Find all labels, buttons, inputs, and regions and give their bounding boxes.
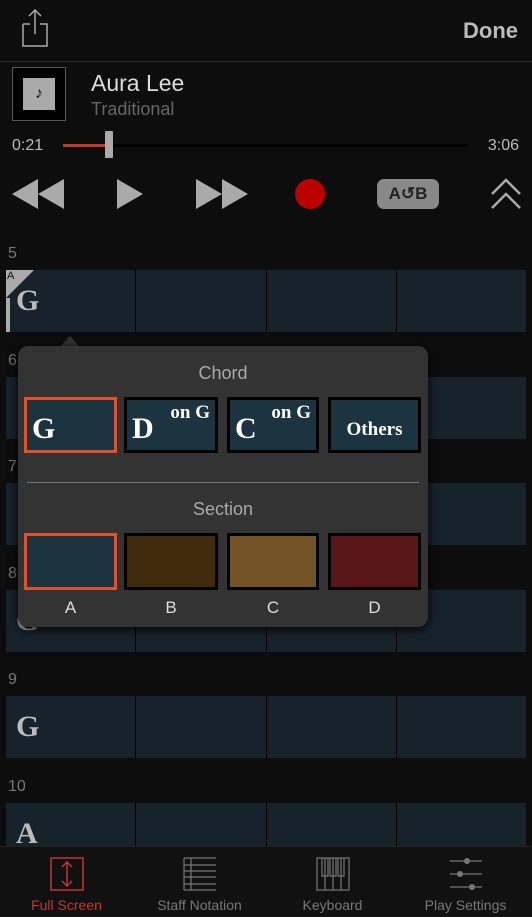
tab-play-settings[interactable]: Play Settings	[399, 847, 532, 917]
measure-number: 5	[8, 245, 17, 262]
chord-bass: on G	[170, 402, 210, 423]
tab-label: Keyboard	[302, 897, 363, 913]
section-label: C	[266, 598, 280, 617]
measure-row: A	[6, 802, 526, 850]
album-art: ♪	[12, 67, 66, 121]
section-swatch-c[interactable]	[227, 533, 319, 590]
chord-section-popover: Chord G Don G Con G Others Section A B C D	[18, 346, 428, 627]
fast-forward-icon[interactable]	[196, 179, 248, 209]
record-button[interactable]	[295, 179, 325, 209]
rewind-icon[interactable]	[12, 179, 64, 209]
chord-option-others[interactable]: Others	[328, 397, 421, 453]
total-time: 3:06	[487, 137, 519, 154]
section-swatch-b[interactable]	[124, 533, 218, 590]
measure-number: 8	[8, 564, 17, 582]
share-icon[interactable]	[20, 8, 50, 48]
chord-bass: on G	[271, 402, 311, 423]
chord-root: C	[235, 412, 257, 445]
chord-root: G	[32, 412, 56, 445]
staff-notation-icon	[182, 857, 216, 891]
song-artist: Traditional	[91, 99, 175, 119]
beat-cell[interactable]: G	[6, 696, 136, 758]
chord-root: D	[132, 412, 154, 445]
measure-number: 6	[8, 351, 17, 369]
sliders-icon	[449, 858, 482, 890]
beat-cell[interactable]	[136, 802, 266, 847]
beat-cell[interactable]	[266, 696, 396, 758]
others-label: Others	[346, 419, 403, 440]
chord-heading: Chord	[198, 363, 248, 383]
section-swatch-d[interactable]	[328, 533, 421, 590]
measure-row: G	[6, 696, 526, 758]
beat-cell[interactable]	[136, 696, 266, 758]
section-label: A	[64, 598, 77, 617]
section-label: D	[368, 598, 381, 617]
tab-label: Play Settings	[424, 897, 507, 913]
ab-repeat-button[interactable]: A↺B	[377, 179, 439, 209]
beat-cell[interactable]: A	[6, 802, 136, 850]
measure-number: 7	[8, 458, 17, 475]
current-time: 0:21	[12, 137, 44, 154]
measure-row: G	[6, 270, 526, 332]
beat-cell[interactable]	[396, 802, 526, 847]
beat-cell[interactable]	[266, 270, 396, 332]
done-button[interactable]: Done	[463, 18, 518, 44]
chord-option-g[interactable]: G	[24, 397, 117, 453]
top-bar: Done	[0, 0, 532, 62]
section-label: B	[165, 598, 177, 617]
tab-keyboard[interactable]: Keyboard	[266, 847, 399, 917]
tab-bar: Full Screen Staff Notation Keyboard Play…	[0, 846, 532, 917]
divider	[27, 482, 419, 483]
tab-label: Staff Notation	[157, 897, 242, 913]
seek-progress	[63, 144, 109, 147]
seek-slider[interactable]	[63, 144, 468, 147]
chord-option-d-on-g[interactable]: Don G	[124, 397, 218, 453]
tab-staff-notation[interactable]: Staff Notation	[133, 847, 266, 917]
chord-option-c-on-g[interactable]: Con G	[227, 397, 319, 453]
section-marker-label: A	[7, 270, 15, 282]
measure-number: 10	[8, 777, 26, 795]
play-icon[interactable]	[117, 179, 143, 209]
beat-cell[interactable]	[266, 802, 396, 847]
music-note-icon: ♪	[23, 78, 55, 110]
beat-cell[interactable]	[396, 696, 526, 758]
seek-thumb[interactable]	[104, 131, 113, 158]
section-heading: Section	[192, 499, 254, 519]
song-title: Aura Lee	[91, 70, 185, 96]
beat-cell[interactable]	[136, 270, 266, 332]
chevron-double-up-icon[interactable]	[490, 178, 522, 210]
chord-label: G	[16, 710, 40, 743]
full-screen-icon	[49, 857, 84, 891]
beat-cell[interactable]	[396, 270, 526, 332]
keyboard-icon	[315, 857, 350, 891]
section-swatch-a[interactable]	[24, 533, 117, 590]
measure-number: 9	[8, 671, 17, 688]
tab-full-screen[interactable]: Full Screen	[0, 847, 133, 917]
tab-label: Full Screen	[31, 897, 102, 913]
